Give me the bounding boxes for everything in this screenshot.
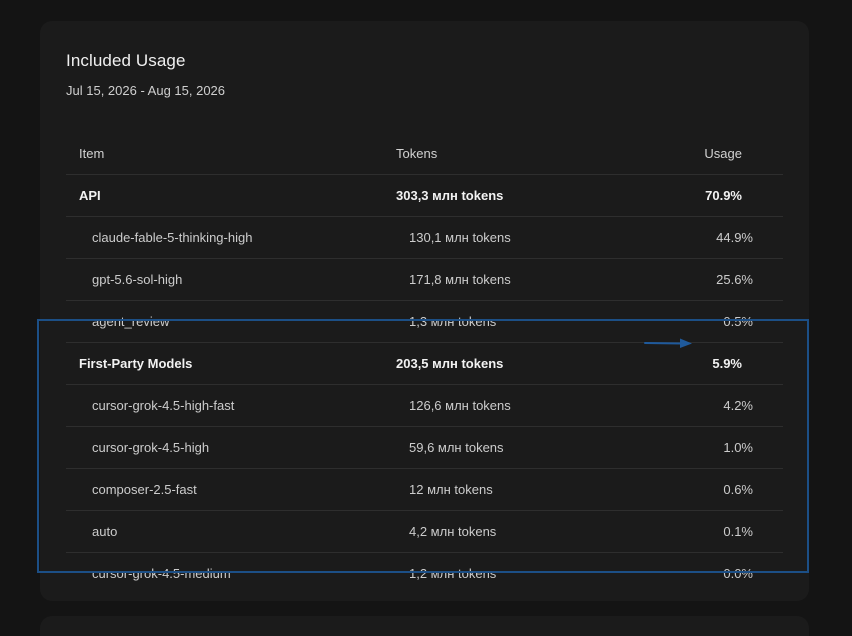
column-header-tokens: Tokens — [396, 146, 438, 161]
row-tokens: 203,5 млн tokens — [396, 356, 504, 371]
row-item: claude-fable-5-thinking-high — [92, 230, 253, 245]
table-row: cursor-grok-4.5-medium 1,2 млн tokens 0.… — [66, 553, 783, 594]
table-row: agent_review 1,3 млн tokens 0.5% — [66, 301, 783, 343]
row-item: cursor-grok-4.5-high-fast — [92, 398, 235, 413]
row-usage: 0.0% — [723, 566, 753, 581]
table-row: gpt-5.6-sol-high 171,8 млн tokens 25.6% — [66, 259, 783, 301]
row-tokens: 4,2 млн tokens — [409, 524, 497, 539]
table-row-group-first-party: First-Party Models 203,5 млн tokens 5.9% — [66, 343, 783, 385]
row-item: cursor-grok-4.5-high — [92, 440, 210, 455]
row-usage: 4.2% — [723, 398, 753, 413]
row-item: API — [79, 188, 101, 203]
row-tokens: 1,2 млн tokens — [409, 566, 497, 581]
row-usage: 5.9% — [712, 356, 742, 371]
table-row: auto 4,2 млн tokens 0.1% — [66, 511, 783, 553]
row-usage: 0.1% — [723, 524, 753, 539]
row-tokens: 171,8 млн tokens — [409, 272, 511, 287]
row-item: First-Party Models — [79, 356, 193, 371]
row-usage: 70.9% — [705, 188, 742, 203]
row-tokens: 303,3 млн tokens — [396, 188, 504, 203]
row-tokens: 126,6 млн tokens — [409, 398, 511, 413]
column-header-usage: Usage — [704, 146, 742, 161]
row-tokens: 130,1 млн tokens — [409, 230, 511, 245]
next-card-edge — [40, 616, 809, 636]
row-tokens: 59,6 млн tokens — [409, 440, 504, 455]
table-row-group-api: API 303,3 млн tokens 70.9% — [66, 175, 783, 217]
table-row: cursor-grok-4.5-high-fast 126,6 млн toke… — [66, 385, 783, 427]
table-header: Item Tokens Usage — [66, 133, 783, 175]
row-usage: 0.6% — [723, 482, 753, 497]
row-tokens: 1,3 млн tokens — [409, 314, 497, 329]
row-usage: 44.9% — [716, 230, 753, 245]
table-row: claude-fable-5-thinking-high 130,1 млн t… — [66, 217, 783, 259]
column-header-item: Item — [79, 146, 105, 161]
row-usage: 1.0% — [723, 440, 753, 455]
table-row: composer-2.5-fast 12 млн tokens 0.6% — [66, 469, 783, 511]
date-range: Jul 15, 2026 - Aug 15, 2026 — [66, 83, 226, 98]
row-usage: 25.6% — [716, 272, 753, 287]
row-usage: 0.5% — [723, 314, 753, 329]
row-item: auto — [92, 524, 118, 539]
row-item: cursor-grok-4.5-medium — [92, 566, 231, 581]
row-item: gpt-5.6-sol-high — [92, 272, 183, 287]
table-row: cursor-grok-4.5-high 59,6 млн tokens 1.0… — [66, 427, 783, 469]
usage-table: Item Tokens Usage API 303,3 млн tokens 7… — [66, 133, 783, 594]
row-item: composer-2.5-fast — [92, 482, 197, 497]
row-tokens: 12 млн tokens — [409, 482, 493, 497]
card-title: Included Usage — [66, 51, 186, 70]
row-item: agent_review — [92, 314, 170, 329]
included-usage-card: Included Usage Jul 15, 2026 - Aug 15, 20… — [40, 21, 809, 601]
